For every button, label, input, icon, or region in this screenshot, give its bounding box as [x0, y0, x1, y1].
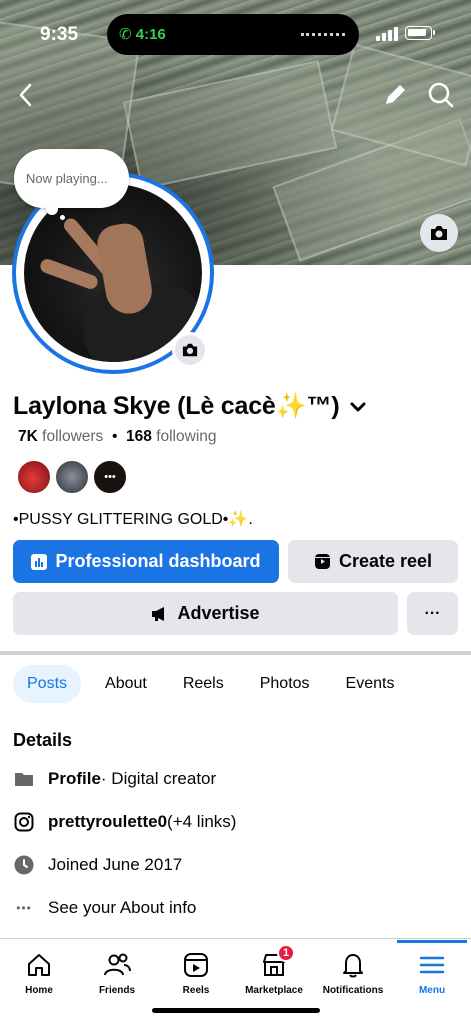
section-divider [0, 651, 471, 655]
nav-menu-label: Menu [418, 985, 446, 996]
search-icon [428, 82, 454, 108]
create-reel-label: Create reel [338, 551, 433, 571]
now-playing-bubble[interactable]: Now playing... [14, 149, 129, 208]
menu-icon [417, 950, 447, 980]
chevron-down-icon[interactable] [349, 398, 367, 416]
home-indicator[interactable] [152, 1008, 320, 1013]
now-playing-label: Now playing... [26, 171, 108, 186]
camera-icon [182, 343, 198, 357]
nav-reels[interactable]: Reels [157, 940, 235, 1000]
friend-avatar[interactable]: ••• [92, 459, 128, 495]
home-icon [24, 950, 54, 980]
camera-icon [431, 226, 447, 240]
profile-category: · Digital creator [100, 769, 217, 788]
tab-events[interactable]: Events [346, 675, 395, 693]
friend-avatar[interactable] [54, 459, 90, 495]
megaphone-icon [152, 606, 165, 621]
marketplace-icon: 1 [259, 944, 295, 980]
profile-tabs: Posts About Reels Photos Events [13, 664, 430, 704]
followers-count[interactable]: 7K [18, 428, 38, 445]
signal-icon [376, 27, 398, 41]
bio-text: •PUSSY GLITTERING GOLD•✨. [13, 511, 253, 528]
professional-dashboard-button[interactable]: Professional dashboard [13, 540, 279, 583]
dynamic-island[interactable]: ✆ 4:16 [107, 14, 359, 55]
nav-friends[interactable]: Friends [78, 940, 156, 1000]
audio-wave-icon [301, 33, 345, 36]
edit-cover-button[interactable] [420, 214, 458, 252]
bell-icon [338, 950, 368, 980]
following-label[interactable]: following [156, 428, 216, 445]
clock-icon [13, 854, 35, 876]
phone-icon: ✆ [119, 26, 132, 43]
tab-photos[interactable]: Photos [260, 675, 310, 693]
following-count[interactable]: 168 [126, 428, 152, 445]
nav-friends-label: Friends [98, 985, 136, 996]
status-time: 9:35 [40, 24, 79, 45]
nav-notifications-label: Notifications [322, 985, 384, 996]
back-button[interactable] [16, 82, 36, 112]
instagram-handle[interactable]: prettyroulette0 [48, 812, 167, 832]
edit-button[interactable] [382, 82, 408, 112]
about-link[interactable]: See your About info [48, 898, 196, 918]
tab-reels[interactable]: Reels [183, 675, 224, 693]
chevron-left-icon [19, 83, 32, 107]
reel-icon [314, 554, 330, 569]
nav-marketplace[interactable]: 1 Marketplace [235, 940, 313, 1000]
search-button[interactable] [427, 81, 455, 113]
tab-posts[interactable]: Posts [13, 665, 82, 703]
followers-label[interactable]: followers [42, 428, 103, 445]
battery-icon [405, 26, 435, 40]
marketplace-badge: 1 [277, 944, 295, 962]
advertise-label: Advertise [177, 603, 260, 623]
edit-avatar-button[interactable] [172, 332, 208, 368]
dashboard-icon [31, 553, 48, 570]
instagram-icon [13, 811, 35, 833]
call-time: 4:16 [135, 26, 166, 43]
tab-about[interactable]: About [105, 675, 147, 693]
more-options-button[interactable]: ··· [407, 592, 458, 635]
call-indicator: ✆ 4:16 [119, 25, 166, 43]
nav-reels-label: Reels [182, 985, 210, 996]
nav-separator [0, 938, 471, 939]
reels-icon [181, 950, 211, 980]
profile-name-row[interactable]: Laylona Skye (Lè cacè✨™) [13, 392, 367, 421]
create-reel-button[interactable]: Create reel [288, 540, 458, 583]
nav-menu[interactable]: Menu [393, 940, 471, 1000]
detail-instagram[interactable]: prettyroulette0 (+4 links) [13, 810, 236, 834]
detail-profile: Profile · Digital creator [13, 767, 216, 791]
bubble-tail-small [60, 215, 65, 220]
flag-icon [13, 768, 35, 790]
pencil-icon [386, 85, 405, 104]
bubble-tail [46, 203, 58, 215]
nav-home-label: Home [25, 985, 53, 996]
profile-label: Profile [48, 769, 101, 788]
nav-notifications[interactable]: Notifications [314, 940, 392, 1000]
detail-about[interactable]: ••• See your About info [13, 896, 196, 920]
more-dots-icon: ••• [104, 471, 116, 483]
nav-marketplace-label: Marketplace [245, 985, 303, 996]
profile-name: Laylona Skye (Lè cacè✨™) [13, 392, 340, 420]
dashboard-label: Professional dashboard [55, 551, 261, 571]
more-dots-icon: ••• [16, 901, 32, 915]
advertise-button[interactable]: Advertise [13, 592, 398, 635]
details-heading: Details [13, 730, 73, 750]
stats-separator: • [111, 428, 118, 445]
more-icon: ··· [424, 604, 441, 622]
follow-stats: 7K followers • 168 following [18, 428, 217, 446]
friends-icon [102, 950, 132, 980]
joined-date: Joined June 2017 [48, 855, 183, 874]
instagram-links[interactable]: (+4 links) [167, 812, 236, 832]
friend-avatar[interactable] [16, 459, 52, 495]
nav-home[interactable]: Home [0, 940, 78, 1000]
status-bar: 9:35 ✆ 4:16 [0, 0, 471, 66]
detail-joined: Joined June 2017 [13, 853, 182, 877]
